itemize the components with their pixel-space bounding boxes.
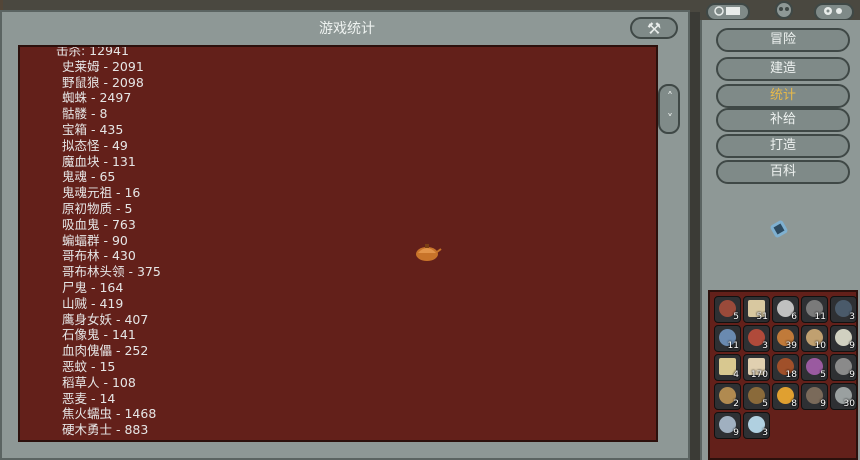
stat-row: 恶蚊 - 15 — [62, 358, 116, 374]
stat-row: 山贼 - 419 — [62, 295, 124, 311]
stat-row: 吸血鬼 - 763 — [62, 216, 136, 232]
inventory-slot[interactable]: 51 — [743, 296, 770, 323]
inventory-panel: 5 51 6 11 3 11 3 39 10 9 4 170 18 5 9 2 … — [708, 290, 858, 460]
inventory-slot[interactable]: 5 — [801, 354, 828, 381]
inventory-slot[interactable]: 11 — [714, 325, 741, 352]
scroll-down-icon[interactable]: ˅ — [663, 112, 677, 126]
inventory-slot[interactable]: 9 — [830, 325, 857, 352]
stat-row: 史莱姆 - 2091 — [62, 58, 144, 74]
stat-row: 鬼魂 - 65 — [62, 169, 116, 185]
inventory-slot[interactable]: 10 — [801, 325, 828, 352]
stat-row: 恶麦 - 14 — [62, 390, 116, 406]
inventory-slot[interactable]: 11 — [801, 296, 828, 323]
inventory-slot[interactable]: 8 — [772, 383, 799, 410]
stats-list: 击杀: 12941 史莱姆 - 2091 野鼠狼 - 2098 蜘蛛 - 249… — [20, 45, 656, 438]
stat-row: 野鼠狼 - 2098 — [62, 74, 144, 90]
settings-button[interactable] — [814, 3, 854, 21]
inventory-slot[interactable]: 170 — [743, 354, 770, 381]
stat-row: 稻草人 - 108 — [62, 374, 136, 390]
inventory-slot[interactable]: 5 — [743, 383, 770, 410]
inventory-slot[interactable]: 6 — [772, 296, 799, 323]
stat-row: 拟态怪 - 49 — [62, 137, 128, 153]
inventory-slot[interactable]: 2 — [714, 383, 741, 410]
hammer-close-icon: ⚒ — [646, 19, 662, 38]
stat-row: 哥布林 - 430 — [62, 248, 136, 264]
teapot-emblem-icon — [416, 244, 442, 261]
stat-row: 血肉傀儡 - 252 — [62, 343, 149, 359]
cart-toggle[interactable] — [706, 3, 750, 21]
window-title: 游戏统计 — [319, 21, 375, 37]
close-button[interactable]: ⚒ — [630, 17, 678, 39]
cart-icon — [714, 6, 740, 16]
gear-icon — [824, 7, 842, 15]
menu-supply-button[interactable]: 补给 — [716, 108, 850, 132]
menu-adventure-button[interactable]: 冒险 — [716, 28, 850, 52]
stat-row: 骷髅 - 8 — [62, 106, 108, 122]
inventory-slot[interactable]: 3 — [743, 412, 770, 439]
menu-encyclopedia-button[interactable]: 百科 — [716, 160, 850, 184]
stat-row: 原初物质 - 5 — [62, 200, 133, 216]
inventory-slot[interactable]: 9 — [714, 412, 741, 439]
scrollbar[interactable]: ˄ ˅ — [658, 84, 680, 134]
stat-row: 魔血块 - 131 — [62, 153, 136, 169]
lantern-icon[interactable] — [766, 216, 792, 242]
stat-row: 蝙蝠群 - 90 — [62, 232, 128, 248]
inventory-slot[interactable]: 39 — [772, 325, 799, 352]
inventory-slot[interactable]: 3 — [830, 296, 857, 323]
inventory-slot[interactable]: 9 — [830, 354, 857, 381]
stat-row: 焦火蠕虫 - 1468 — [62, 406, 157, 422]
stat-row: 鹰身女妖 - 407 — [62, 311, 149, 327]
stat-row: 宝箱 - 435 — [62, 121, 124, 137]
inventory-slot[interactable]: 18 — [772, 354, 799, 381]
menu-stats-button[interactable]: 统计 — [716, 84, 850, 108]
stats-panel: 击杀: 12941 史莱姆 - 2091 野鼠狼 - 2098 蜘蛛 - 249… — [18, 45, 658, 442]
stat-row: 蜘蛛 - 2497 — [62, 90, 132, 106]
inventory-slot[interactable]: 3 — [743, 325, 770, 352]
stat-row: 哥布林头领 - 375 — [62, 264, 161, 280]
scroll-up-icon[interactable]: ˄ — [663, 90, 677, 104]
stat-row: 石像鬼 - 141 — [62, 327, 136, 343]
kills-total: 击杀: 12941 — [56, 45, 129, 58]
stats-window: 游戏统计 ⚒ 击杀: 12941 史莱姆 - 2091 野鼠狼 - 2098 蜘… — [0, 10, 690, 460]
inventory-slot[interactable]: 4 — [714, 354, 741, 381]
stat-row: 硬木勇士 - 883 — [62, 422, 149, 438]
menu-craft-button[interactable]: 打造 — [716, 134, 850, 158]
stat-row: 鬼魂元祖 - 16 — [62, 185, 141, 201]
inventory-slot[interactable]: 30 — [830, 383, 857, 410]
inventory-slot[interactable]: 5 — [714, 296, 741, 323]
stat-row: 尸鬼 - 164 — [62, 279, 124, 295]
menu-build-button[interactable]: 建造 — [716, 57, 850, 81]
inventory-slot[interactable]: 9 — [801, 383, 828, 410]
